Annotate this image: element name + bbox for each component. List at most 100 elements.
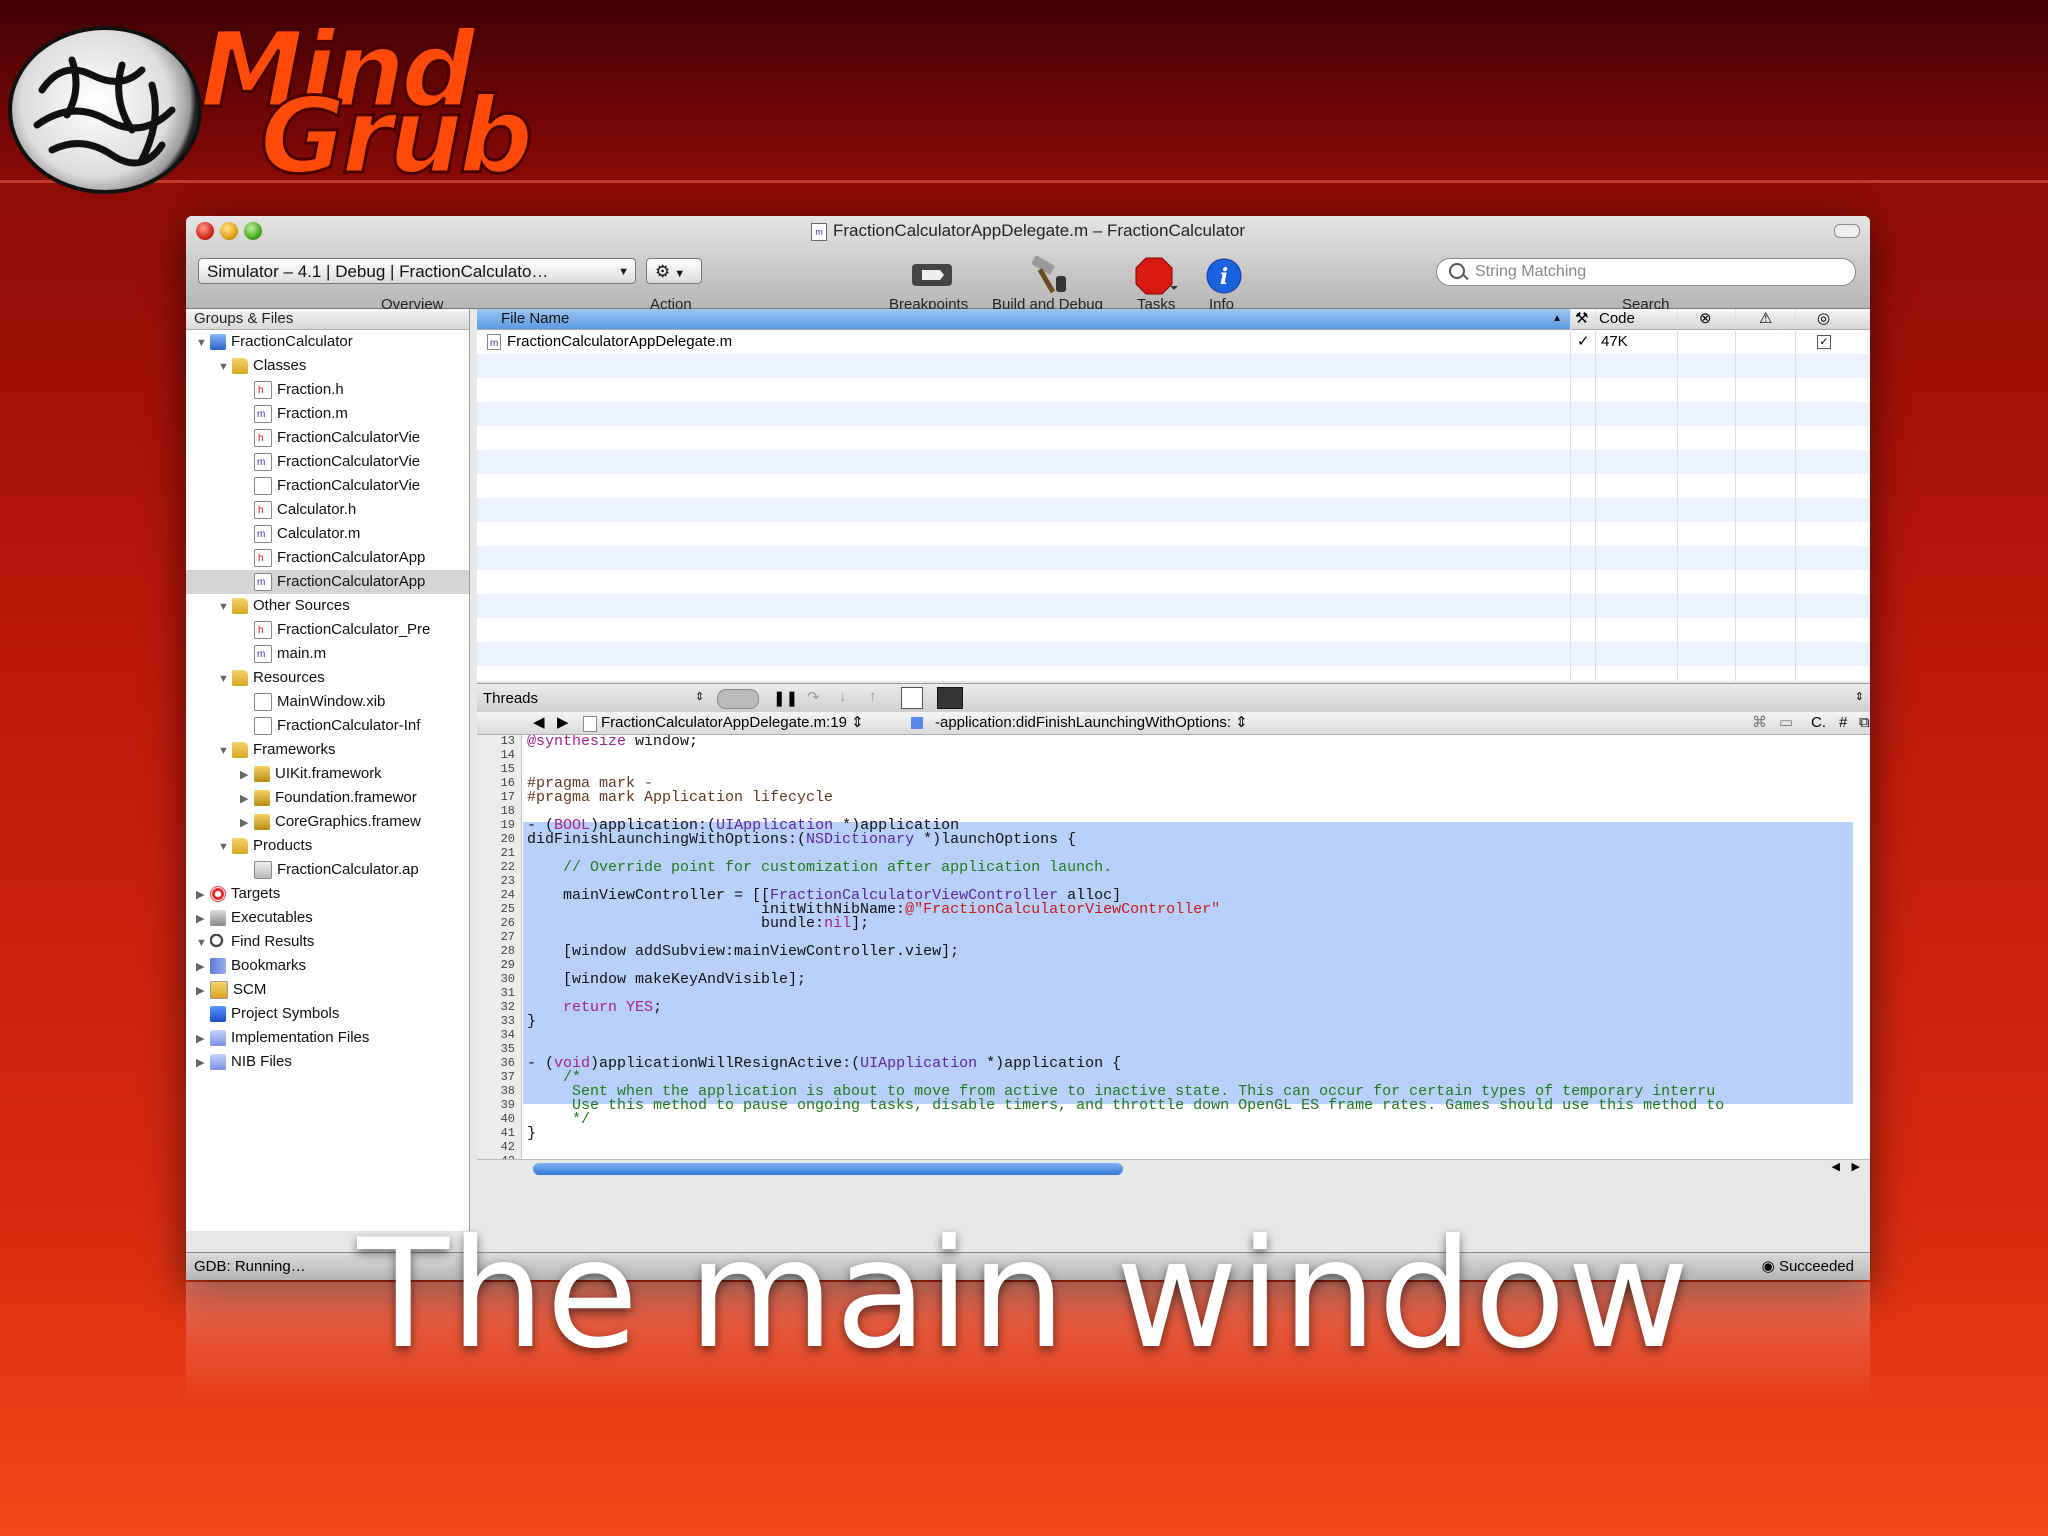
sidebar-item[interactable]: FractionCalculatorVie	[240, 426, 466, 450]
disclosure-triangle-icon[interactable]: ▼	[218, 739, 229, 762]
tasks-button[interactable]	[1132, 256, 1178, 295]
line-number: 15	[500, 762, 515, 776]
code-line: - (void)applicationWillResignActive:(UIA…	[527, 1055, 1122, 1072]
disclosure-triangle-icon[interactable]: ▼	[218, 667, 229, 690]
disclosure-triangle-icon[interactable]: ▼	[218, 835, 229, 858]
method-popup[interactable]: -application:didFinishLaunchingWithOptio…	[935, 712, 1248, 734]
sidebar-item[interactable]: Project Symbols	[196, 1002, 466, 1026]
gear-icon: ⚙	[655, 262, 671, 281]
toolbar-toggle-button[interactable]	[1834, 224, 1860, 238]
sidebar-item[interactable]: Fraction.h	[240, 378, 466, 402]
sidebar-item[interactable]: ▶ Bookmarks	[196, 954, 466, 978]
sidebar-item[interactable]: ▶ NIB Files	[196, 1050, 466, 1074]
sidebar-item[interactable]: ▶ Executables	[196, 906, 466, 930]
breakpoints-popup-icon[interactable]: ▭	[1779, 712, 1793, 734]
sidebar-item[interactable]: FractionCalculator.ap	[240, 858, 466, 882]
sidebar-item[interactable]: FractionCalculatorApp	[240, 546, 466, 570]
sidebar-item[interactable]: MainWindow.xib	[240, 690, 466, 714]
sidebar-item[interactable]: ▶ Foundation.framewor	[240, 786, 466, 810]
line-number: 16	[500, 776, 515, 790]
code-editor[interactable]: 13 @synthesize window; 14 15 16 #pragma mark …	[477, 735, 1870, 1159]
info-button[interactable]: i	[1204, 256, 1244, 294]
sidebar-item[interactable]: ▶ Implementation Files	[196, 1026, 466, 1050]
step-into-icon[interactable]: ↓	[839, 688, 847, 705]
sidebar-item[interactable]: ▼ Frameworks	[218, 738, 466, 762]
disclosure-triangle-icon[interactable]: ▶	[196, 1051, 206, 1074]
sidebar-item[interactable]: ▼ Resources	[218, 666, 466, 690]
disclosure-triangle-icon[interactable]: ▶	[240, 787, 250, 810]
sidebar-item[interactable]: Calculator.m	[240, 522, 466, 546]
disclosure-triangle-icon[interactable]: ▼	[218, 355, 229, 378]
sidebar-item[interactable]: main.m	[240, 642, 466, 666]
sidebar-item[interactable]: FractionCalculatorVie	[240, 450, 466, 474]
pause-icon[interactable]: ❚❚	[773, 689, 798, 707]
disclosure-triangle-icon[interactable]: ▶	[196, 955, 206, 978]
sidebar-item[interactable]: ▶ UIKit.framework	[240, 762, 466, 786]
code-line: [window addSubview:mainViewController.vi…	[527, 943, 960, 960]
sidebar-item[interactable]: ▼ Other Sources	[218, 594, 466, 618]
bookmarks-popup-icon[interactable]: ⌘	[1752, 712, 1767, 734]
editor-horizontal-scrollbar[interactable]: ◀ ▶	[477, 1159, 1870, 1178]
disclosure-triangle-icon[interactable]: ▶	[240, 811, 250, 834]
code-line: didFinishLaunchingWithOptions:(NSDiction…	[527, 831, 1077, 848]
back-arrow-icon[interactable]: ◀	[533, 712, 545, 734]
counterpart-icon[interactable]: ⧉	[1859, 712, 1870, 734]
classes-popup[interactable]: C.	[1811, 712, 1826, 734]
overview-popup[interactable]: Simulator – 4.1 | Debug | FractionCalcul…	[198, 258, 636, 284]
step-over-icon[interactable]: ↷	[807, 688, 820, 706]
step-out-icon[interactable]: ↑	[869, 688, 877, 705]
sidebar-item[interactable]: FractionCalculator_Pre	[240, 618, 466, 642]
line-number: 27	[500, 930, 515, 944]
sidebar-item[interactable]: FractionCalculator-Inf	[240, 714, 466, 738]
sidebar-item[interactable]: ▼ Find Results	[196, 930, 466, 954]
scroll-left-arrow-icon[interactable]: ◀	[1832, 1160, 1840, 1173]
sidebar-item[interactable]: ▶ Targets	[196, 882, 466, 906]
target-checkbox[interactable]: ✓	[1817, 335, 1831, 349]
breakpoints-toggle[interactable]	[717, 689, 759, 709]
sidebar-item[interactable]: Calculator.h	[240, 498, 466, 522]
split-arrow-icon[interactable]: ⇕	[1855, 690, 1864, 703]
console-icon[interactable]	[937, 687, 963, 709]
sidebar-item-label: CoreGraphics.framew	[275, 813, 421, 830]
column-header-file-name[interactable]: File Name ▲	[477, 309, 1570, 329]
disclosure-triangle-icon[interactable]: ▶	[240, 763, 250, 786]
file-list-stripe	[477, 618, 1870, 642]
disclosure-triangle-icon[interactable]: ▼	[196, 331, 207, 354]
horizontal-scroll-thumb[interactable]	[533, 1163, 1123, 1175]
disclosure-triangle-icon[interactable]: ▼	[218, 595, 229, 618]
sidebar-item[interactable]: FractionCalculatorVie	[240, 474, 466, 498]
disclosure-triangle-icon[interactable]: ▶	[196, 907, 206, 930]
action-popup[interactable]: ⚙ ▼	[646, 258, 702, 284]
sidebar-item[interactable]: ▼ Products	[218, 834, 466, 858]
column-header-code[interactable]: Code	[1599, 309, 1635, 329]
line-number: 19	[500, 818, 515, 832]
line-number: 35	[500, 1042, 515, 1056]
search-field[interactable]: String Matching	[1436, 258, 1856, 286]
includes-popup-icon[interactable]: #	[1839, 712, 1847, 734]
disclosure-triangle-icon[interactable]: ▶	[196, 883, 206, 906]
debugger-window-icon[interactable]	[901, 687, 923, 709]
build-and-debug-button[interactable]	[1026, 255, 1066, 294]
sort-arrow-icon: ▲	[1552, 313, 1562, 324]
proj-icon	[210, 334, 226, 351]
disclosure-triangle-icon[interactable]: ▶	[196, 979, 206, 1002]
line-number: 33	[500, 1014, 515, 1028]
scroll-right-arrow-icon[interactable]: ▶	[1852, 1160, 1860, 1173]
disclosure-triangle-icon[interactable]: ▶	[196, 1027, 206, 1050]
sidebar-item[interactable]: ▼ FractionCalculator	[196, 330, 466, 354]
sidebar-item[interactable]: Fraction.m	[240, 402, 466, 426]
file-popup[interactable]: FractionCalculatorAppDelegate.m:19 ⇕	[601, 712, 864, 734]
sidebar-item[interactable]: FractionCalculatorApp	[240, 570, 466, 594]
sidebar-item[interactable]: ▼ Classes	[218, 354, 466, 378]
file-row[interactable]: FractionCalculatorAppDelegate.m ✓ 47K ✓	[477, 330, 1870, 356]
breakpoints-button[interactable]	[910, 256, 952, 292]
line-number: 21	[500, 846, 515, 860]
sidebar-item-label: Calculator.h	[277, 501, 357, 518]
threads-popup[interactable]: Threads	[483, 690, 538, 707]
sidebar-item-label: Bookmarks	[231, 957, 307, 974]
forward-arrow-icon[interactable]: ▶	[557, 712, 569, 734]
sidebar-item[interactable]: ▶ CoreGraphics.framew	[240, 810, 466, 834]
sidebar-item[interactable]: ▶ SCM	[196, 978, 466, 1002]
disclosure-triangle-icon[interactable]: ▼	[196, 931, 207, 954]
folder-icon	[232, 742, 248, 759]
